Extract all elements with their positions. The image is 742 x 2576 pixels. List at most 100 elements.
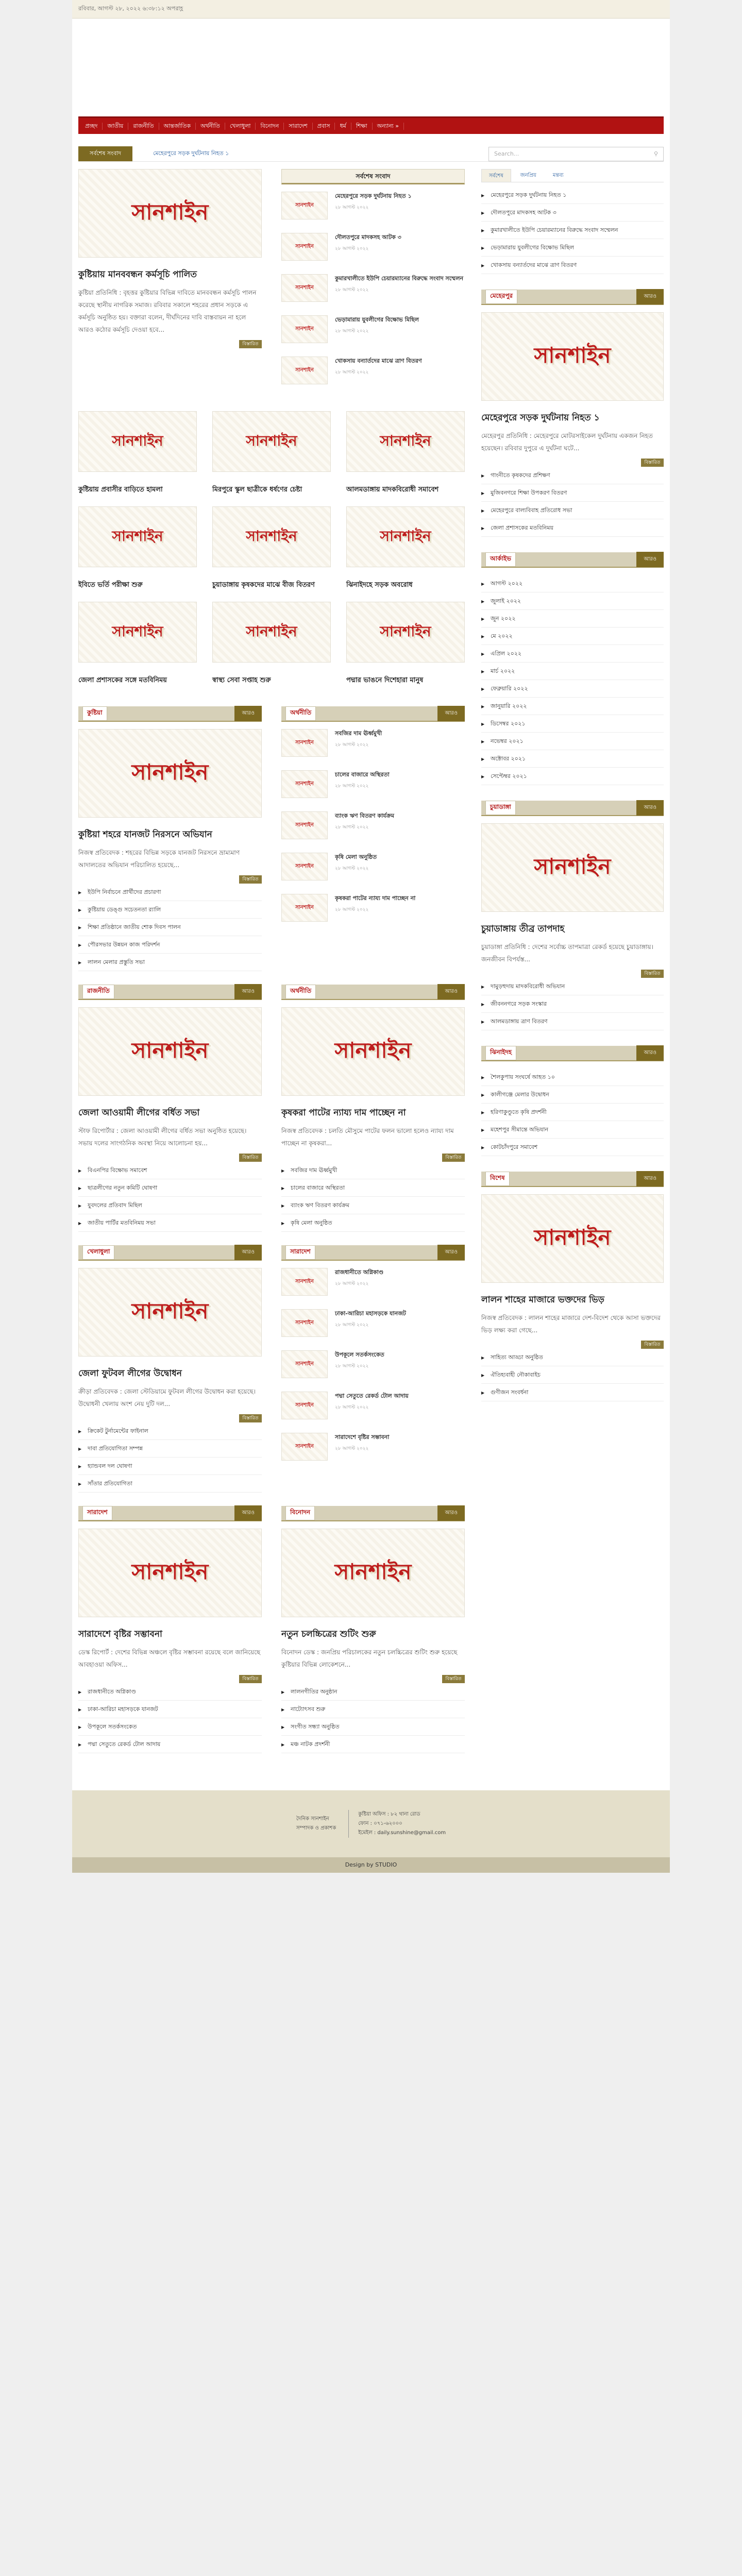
nav-item[interactable]: জাতীয়: [103, 122, 129, 130]
list-item-title[interactable]: ঢাকা-আরিচা মহাসড়কে যানজট: [335, 1309, 406, 1318]
sidebar-list-item[interactable]: শৈলকুপায় সংঘর্ষে আহত ১০: [481, 1069, 664, 1086]
news-image[interactable]: সানশাইন: [481, 312, 664, 401]
sidebar-more-button[interactable]: আরও: [636, 800, 664, 816]
news-image[interactable]: সানশাইন: [281, 192, 328, 219]
sidebar-list-item[interactable]: জুলাই ২০২২: [481, 592, 664, 610]
news-image[interactable]: সানশাইন: [281, 1529, 465, 1617]
read-more-button[interactable]: বিস্তারিত: [239, 1154, 262, 1162]
grid-item-title[interactable]: জেলা প্রশাসকের সঙ্গে মতবিনিময়: [78, 675, 197, 686]
news-image[interactable]: সানশাইন: [281, 770, 328, 798]
grid-item[interactable]: সানশাইন কুষ্টিয়ায় প্রবাসীর বাড়িতে হামল…: [78, 411, 197, 495]
news-image[interactable]: সানশাইন: [281, 315, 328, 343]
sidebar-list-item[interactable]: মহেশপুর সীমান্তে অভিযান: [481, 1121, 664, 1139]
list-item-title[interactable]: পদ্মা সেতুতে রেকর্ড টোল আদায়: [335, 1392, 409, 1400]
sidebar-list-item[interactable]: গুণীজন সংবর্ধনা: [481, 1384, 664, 1401]
sidebar-list-item[interactable]: মার্চ ২০২২: [481, 663, 664, 680]
list-item-title[interactable]: মেহেরপুরে সড়ক দুর্ঘটনায় নিহত ১: [335, 192, 412, 200]
grid-item-title[interactable]: পদ্মার ভাঙনে দিশেহারা মানুষ: [346, 675, 465, 686]
nav-item[interactable]: আন্তর্জাতিক: [159, 122, 196, 130]
list-item-title[interactable]: কৃষি মেলা অনুষ্ঠিত: [335, 853, 377, 861]
sidebar-list-item[interactable]: কোটচাঁদপুরে সমাবেশ: [481, 1139, 664, 1156]
nav-item[interactable]: অর্থনীতি: [196, 122, 225, 130]
news-image[interactable]: সানশাইন: [346, 506, 465, 567]
grid-item-title[interactable]: কুষ্টিয়ায় প্রবাসীর বাড়িতে হামলা: [78, 484, 197, 495]
read-more-button[interactable]: বিস্তারিত: [239, 875, 262, 884]
list-item-title[interactable]: কুমারখালীতে ইউপি চেয়ারম্যানের বিরুদ্ধে …: [335, 274, 463, 283]
grid-item[interactable]: সানশাইন পদ্মার ভাঙনে দিশেহারা মানুষ: [346, 602, 465, 686]
sidebar-list-item[interactable]: জুন ২০২২: [481, 610, 664, 628]
section-title[interactable]: অর্থনীতি: [285, 985, 316, 999]
news-image[interactable]: সানশাইন: [481, 1194, 664, 1283]
list-item[interactable]: সানশাইন রাজধানীতে অগ্নিকাণ্ড ২৮ আগস্ট ২০২২: [281, 1268, 465, 1296]
section-list-item[interactable]: ক্রিকেট টুর্নামেন্টের ফাইনাল: [78, 1422, 262, 1440]
section-list-item[interactable]: ঢাকা-আরিচা মহাসড়কে যানজট: [78, 1701, 262, 1718]
list-item[interactable]: সানশাইন সবজির দাম ঊর্ধ্বমুখী ২৮ আগস্ট ২০২২: [281, 729, 465, 757]
nav-item[interactable]: সারাদেশ: [284, 122, 313, 130]
news-image[interactable]: সানশাইন: [281, 729, 328, 757]
sidebar-list-item[interactable]: ডিসেম্বর ২০২১: [481, 715, 664, 733]
news-image[interactable]: সানশাইন: [281, 1007, 465, 1096]
section-post-title[interactable]: সারাদেশে বৃষ্টির সম্ভাবনা: [78, 1628, 262, 1641]
sidebar-more-button[interactable]: আরও: [636, 1045, 664, 1061]
news-image[interactable]: সানশাইন: [281, 811, 328, 839]
read-more-button[interactable]: বিস্তারিত: [442, 1675, 465, 1683]
grid-item[interactable]: সানশাইন স্বাস্থ্য সেবা সপ্তাহ শুরু: [212, 602, 331, 686]
sidebar-list-item[interactable]: কুমারখালীতে ইউপি চেয়ারম্যানের বিরুদ্ধে …: [481, 222, 664, 239]
news-image[interactable]: সানশাইন: [78, 1007, 262, 1096]
section-post-title[interactable]: কুষ্টিয়া শহরে যানজট নিরসনে অভিযান: [78, 828, 262, 841]
list-item[interactable]: সানশাইন উপকূলে সতর্কসংকেত ২৮ আগস্ট ২০২২: [281, 1350, 465, 1378]
section-more-button[interactable]: আরও: [437, 984, 465, 999]
sidebar-list-item[interactable]: মেহেরপুরে সড়ক দুর্ঘটনায় নিহত ১: [481, 187, 664, 204]
section-list-item[interactable]: কুষ্টিয়ায় ডেঙ্গু সচেতনতা র‌্যালি: [78, 901, 262, 919]
nav-item[interactable]: শিক্ষা: [351, 122, 373, 130]
sidebar-section-title[interactable]: বিশেষ: [485, 1172, 510, 1186]
sidebar-list-item[interactable]: ভেড়ামারায় যুবলীগের বিক্ষোভ মিছিল: [481, 239, 664, 257]
sidebar-post-title[interactable]: মেহেরপুরে সড়ক দুর্ঘটনায় নিহত ১: [481, 411, 664, 425]
section-list-item[interactable]: রাজধানীতে অগ্নিকাণ্ড: [78, 1683, 262, 1701]
section-list-item[interactable]: পদ্মা সেতুতে রেকর্ড টোল আদায়: [78, 1736, 262, 1753]
news-image[interactable]: সানশাইন: [346, 602, 465, 663]
section-more-button[interactable]: আরও: [437, 706, 465, 721]
sidebar-post-title[interactable]: লালন শাহের মাজারে ভক্তদের ভিড়: [481, 1293, 664, 1307]
list-item[interactable]: সানশাইন মেহেরপুরে সড়ক দুর্ঘটনায় নিহত ১ ২…: [281, 192, 465, 219]
section-list-item[interactable]: যুবদলের প্রতিবাদ মিছিল: [78, 1197, 262, 1214]
section-list-item[interactable]: সবজির দাম ঊর্ধ্বমুখী: [281, 1162, 465, 1179]
sidebar-section-title[interactable]: চুয়াডাঙ্গা: [485, 801, 516, 815]
news-image[interactable]: সানশাইন: [281, 1392, 328, 1419]
section-list-item[interactable]: হ্যান্ডবল দল ঘোষণা: [78, 1458, 262, 1475]
list-item[interactable]: সানশাইন চালের বাজারে অস্থিরতা ২৮ আগস্ট ২০২…: [281, 770, 465, 798]
section-list-item[interactable]: লালন মেলার প্রস্তুতি সভা: [78, 954, 262, 971]
news-image[interactable]: সানশাইন: [78, 506, 197, 567]
sidebar-list-item[interactable]: মুজিবনগরে শিক্ষা উপকরণ বিতরণ: [481, 484, 664, 502]
read-more-button[interactable]: বিস্তারিত: [641, 459, 664, 467]
sidebar-list-item[interactable]: মেহেরপুরে বাল্যবিবাহ প্রতিরোধ সভা: [481, 502, 664, 519]
section-list-item[interactable]: মঞ্চ নাটক প্রদর্শনী: [281, 1736, 465, 1753]
news-image[interactable]: সানশাইন: [281, 233, 328, 261]
sidebar-tab[interactable]: মন্তব্য: [546, 169, 571, 182]
section-post-title[interactable]: কৃষকরা পাটের ন্যায্য দাম পাচ্ছেন না: [281, 1106, 465, 1120]
section-post-title[interactable]: নতুন চলচ্চিত্রের শুটিং শুরু: [281, 1628, 465, 1641]
search-input[interactable]: Search... ⚲: [488, 146, 664, 161]
list-item-title[interactable]: ভেড়ামারায় যুবলীগের বিক্ষোভ মিছিল: [335, 315, 419, 324]
news-image[interactable]: সানশাইন: [346, 411, 465, 472]
sidebar-list-item[interactable]: দৌলতপুরে মাদকসহ আটক ৩: [481, 204, 664, 222]
sidebar-list-item[interactable]: জানুয়ারি ২০২২: [481, 698, 664, 715]
section-list-item[interactable]: ছাত্রলীগের নতুন কমিটি ঘোষণা: [78, 1179, 262, 1197]
list-item-title[interactable]: সবজির দাম ঊর্ধ্বমুখী: [335, 729, 382, 738]
section-list-item[interactable]: কৃষি মেলা অনুষ্ঠিত: [281, 1214, 465, 1232]
section-list-item[interactable]: পৌরসভার উন্নয়ন কাজ পরিদর্শন: [78, 936, 262, 954]
section-title[interactable]: সারাদেশ: [285, 1245, 315, 1260]
section-more-button[interactable]: আরও: [234, 1505, 262, 1521]
grid-item[interactable]: সানশাইন মিরপুরে স্কুল ছাত্রীকে ধর্ষণের চে…: [212, 411, 331, 495]
news-image[interactable]: সানশাইন: [78, 602, 197, 663]
section-more-button[interactable]: আরও: [234, 1245, 262, 1260]
design-credit[interactable]: Design by STUDIO: [72, 1857, 670, 1873]
news-image[interactable]: সানশাইন: [281, 1433, 328, 1461]
list-item-title[interactable]: খোকসায় বন্যার্তদের মাঝে ত্রাণ বিতরণ: [335, 357, 422, 365]
list-item[interactable]: সানশাইন পদ্মা সেতুতে রেকর্ড টোল আদায় ২৮ আ…: [281, 1392, 465, 1419]
news-image[interactable]: সানশাইন: [281, 1309, 328, 1337]
news-image[interactable]: সানশাইন: [281, 853, 328, 880]
grid-item-title[interactable]: ঝিনাইদহে সড়ক অবরোধ: [346, 580, 465, 590]
list-item[interactable]: সানশাইন ঢাকা-আরিচা মহাসড়কে যানজট ২৮ আগস্ট…: [281, 1309, 465, 1337]
list-item[interactable]: সানশাইন কৃষকরা পাটের ন্যায্য দাম পাচ্ছেন …: [281, 894, 465, 922]
